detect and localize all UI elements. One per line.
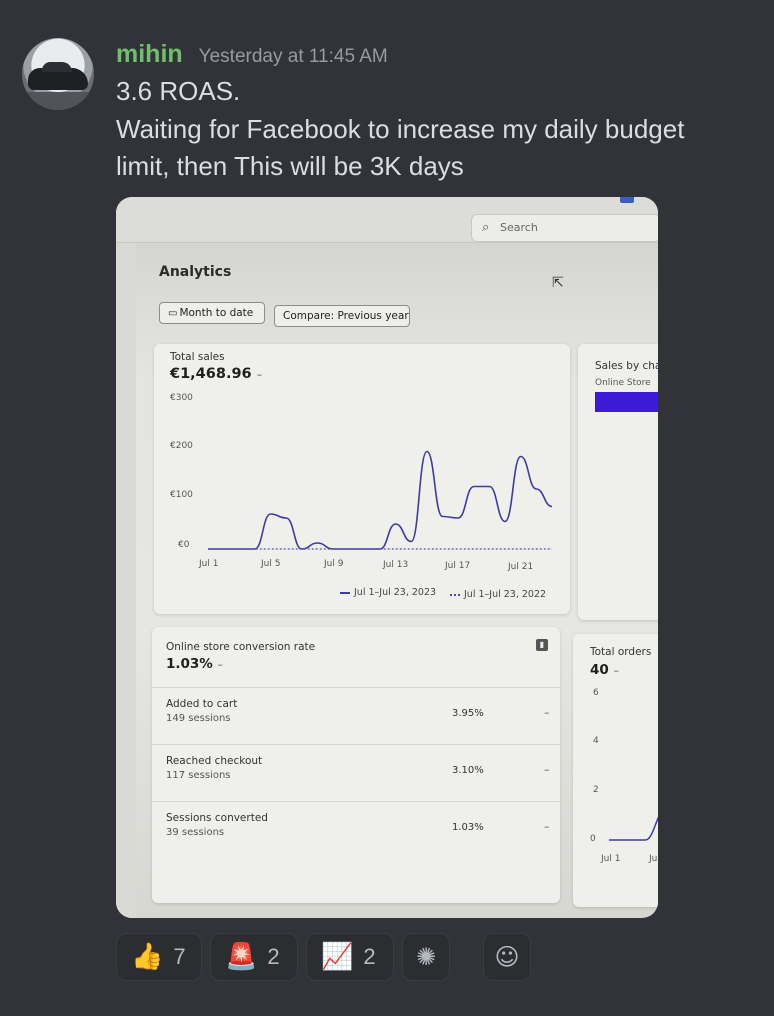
legend-label: Jul 1–Jul 23, 2023: [354, 587, 437, 598]
message-timestamp: Yesterday at 11:45 AM: [198, 46, 388, 67]
total-sales-card: Total sales €1,468.96 – €300 €200 €100 €…: [154, 344, 570, 614]
username[interactable]: mihin: [116, 40, 183, 69]
message-line-2: Waiting for Facebook to increase my dail…: [116, 114, 685, 144]
x-tick: Jul 13: [383, 560, 409, 570]
super-reaction-icon: ✺: [415, 943, 437, 971]
total-orders-card: Total orders 40 – 6 4 2 0 Jul 1 Ju: [573, 634, 658, 907]
reaction-siren[interactable]: 🚨 2: [210, 933, 298, 981]
topbar-button: [620, 197, 634, 203]
x-tick: Jul 1: [199, 559, 219, 569]
conversion-value: 1.03% –: [166, 656, 223, 672]
legend-item-previous: Jul 1–Jul 23, 2022: [450, 589, 546, 600]
x-tick: Jul 1: [601, 854, 621, 864]
reaction-count: 2: [363, 944, 376, 969]
orders-line: [609, 816, 658, 841]
calendar-icon: ▭: [168, 308, 178, 319]
legend-label: Jul 1–Jul 23, 2022: [464, 589, 547, 600]
reaction-count: 2: [267, 944, 280, 969]
message-line-1: 3.6 ROAS.: [116, 76, 241, 106]
message-header: mihin Yesterday at 11:45 AM: [116, 40, 388, 69]
funnel-label: Added to cart: [166, 698, 238, 710]
funnel-change: –: [544, 820, 550, 833]
attached-photo[interactable]: ⌕ Search Analytics ⇱ ▭ Month to date Comp…: [116, 197, 658, 918]
x-tick: Jul 17: [445, 561, 471, 571]
funnel-sessions: 149 sessions: [166, 713, 231, 724]
message-line-3: limit, then This will be 3K days: [116, 151, 464, 181]
funnel-sessions: 39 sessions: [166, 827, 225, 838]
funnel-row: Reached checkout 117 sessions 3.10% –: [152, 744, 560, 800]
total-sales-line-chart: [208, 450, 553, 550]
thumbs-up-icon: 👍: [131, 942, 164, 972]
search-placeholder: Search: [500, 221, 538, 234]
reaction-chart-up[interactable]: 📈 2: [306, 933, 394, 981]
compare-label: Compare: Previous year: [283, 310, 409, 322]
admin-topbar: ⌕ Search: [116, 197, 658, 243]
reaction-count: 7: [173, 944, 186, 969]
date-range-button: ▭ Month to date: [159, 302, 265, 324]
admin-sidebar: [116, 243, 136, 918]
siren-icon: 🚨: [225, 942, 258, 972]
page-title: Analytics: [159, 264, 232, 280]
user-avatar[interactable]: [22, 38, 94, 110]
legend-swatch-solid: [340, 591, 350, 594]
add-reaction-icon: ☺: [494, 943, 520, 971]
funnel-label: Reached checkout: [166, 755, 263, 767]
x-tick: Jul 5: [261, 559, 281, 569]
conversion-amount: 1.03%: [166, 656, 213, 672]
funnel-change: –: [544, 706, 550, 719]
reaction-thumbs-up[interactable]: 👍 7: [116, 933, 202, 981]
series-line-current: [208, 450, 553, 550]
funnel-row: Sessions converted 39 sessions 1.03% –: [152, 801, 560, 857]
sales-by-channel-card: Sales by char Online Store: [578, 344, 658, 620]
channel-bar: [595, 392, 658, 412]
conversion-change: –: [217, 658, 224, 671]
compare-button: Compare: Previous year: [274, 305, 410, 327]
mouse-cursor-icon: ⇱: [552, 275, 564, 291]
legend-item-current: Jul 1–Jul 23, 2023: [340, 587, 436, 598]
funnel-sessions: 117 sessions: [166, 770, 231, 781]
total-orders-chart: [609, 816, 658, 841]
search-icon: ⌕: [482, 220, 490, 235]
conversion-rate-card: Online store conversion rate 1.03% – ▮ A…: [152, 627, 560, 903]
x-tick: Jul 9: [324, 559, 344, 569]
avatar-road: [22, 92, 94, 110]
funnel-pct: 3.95%: [452, 708, 484, 719]
conversion-title: Online store conversion rate: [166, 641, 316, 653]
funnel-change: –: [544, 763, 550, 776]
add-reaction-button[interactable]: ☺: [483, 933, 531, 981]
funnel-pct: 1.03%: [452, 822, 484, 833]
sales-by-channel-title: Sales by char: [595, 360, 658, 372]
avatar-car: [28, 62, 88, 90]
add-super-reaction-button[interactable]: ✺: [402, 933, 450, 981]
chart-increasing-icon: 📈: [321, 942, 354, 972]
search-input: ⌕ Search: [471, 214, 658, 242]
bar-chart-icon: ▮: [536, 639, 548, 651]
legend-swatch-dotted: [450, 593, 460, 596]
funnel-label: Sessions converted: [166, 812, 268, 824]
sales-by-channel-subtitle: Online Store: [595, 378, 651, 388]
date-range-label: Month to date: [179, 307, 254, 319]
x-tick: Ju: [649, 854, 658, 864]
funnel-pct: 3.10%: [452, 765, 484, 776]
x-tick: Jul 21: [508, 562, 534, 572]
funnel-row: Added to cart 149 sessions 3.95% –: [152, 687, 560, 743]
